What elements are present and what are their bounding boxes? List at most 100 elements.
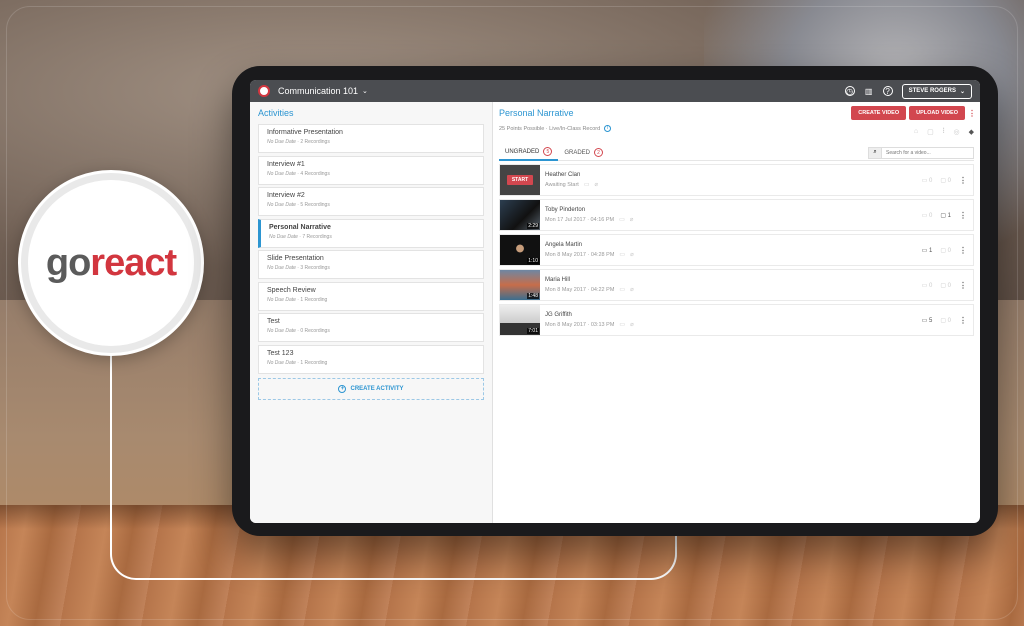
search-input[interactable] <box>882 146 974 159</box>
activity-meta: No Due Date · 1 Recording <box>267 296 328 303</box>
video-stats: ▭ 0 ▢ 1 ⋮ <box>922 211 967 220</box>
row-menu-icon[interactable]: ⋮ <box>959 211 967 220</box>
row-menu-icon[interactable]: ⋮ <box>959 316 967 325</box>
activity-meta: No Due Date · 0 Recordings <box>267 328 330 334</box>
user-name: STEVE ROGERS <box>908 88 956 94</box>
tab-label: UNGRADED <box>505 148 540 155</box>
video-thumbnail[interactable]: 7:01 <box>500 305 540 335</box>
create-activity-button[interactable]: + CREATE ACTIVITY <box>258 377 484 400</box>
video-meta: JG Griffith Mon 8 May 2017 · 03:13 PM ▭ ⌀ <box>545 312 922 328</box>
student-name: Angela Martin <box>545 242 583 248</box>
tab-label: GRADED <box>564 149 591 156</box>
activity-item-selected[interactable]: Personal Narrative No Due Date · 7 Recor… <box>258 218 484 248</box>
row-menu-icon[interactable]: ⋮ <box>959 246 967 255</box>
app-logo-icon[interactable] <box>258 85 270 97</box>
chevron-down-icon[interactable]: ⌄ <box>362 87 368 95</box>
activity-meta: No Due Date · 7 Recordings <box>269 233 332 240</box>
feedback-icon: ▢ 0 <box>940 247 951 254</box>
comment-mini-icon: ▭ <box>583 182 590 188</box>
video-search: ⌕ <box>868 146 974 159</box>
toolbar-icons: ⌂ ▢ ⫶ ◎ ◆ <box>914 128 974 136</box>
activity-item[interactable]: Test No Due Date · 0 Recordings <box>258 313 484 342</box>
activity-meta: No Due Date · 1 Recording <box>267 359 328 366</box>
feedback-icon: ▢ 0 <box>940 282 951 289</box>
activity-title: Personal Narrative <box>499 108 574 118</box>
row-menu-icon[interactable]: ⋮ <box>959 176 967 185</box>
video-row[interactable]: 2:29 Toby Pinderton Mon 17 Jul 2017 · 04… <box>499 199 974 231</box>
course-selector[interactable]: Communication 101 <box>278 86 358 96</box>
activity-item[interactable]: Slide Presentation No Due Date · 3 Recor… <box>258 250 484 279</box>
comment-mini-icon: ▭ <box>619 287 626 293</box>
activity-meta: No Due Date · 4 Recordings <box>267 170 330 177</box>
tag-icon[interactable]: ◆ <box>969 128 974 136</box>
video-stats: ▭ 1 ▢ 0 ⋮ <box>922 246 967 255</box>
create-video-button[interactable]: CREATE VIDEO <box>851 106 907 120</box>
student-name: JG Griffith <box>545 312 572 318</box>
video-stats: ▭ 0 ▢ 0 ⋮ <box>922 176 967 185</box>
header-actions: CREATE VIDEO UPLOAD VIDEO ⋮ <box>851 106 976 120</box>
clock-icon[interactable]: ◷ <box>844 86 855 96</box>
settings-icon[interactable]: ◎ <box>954 128 960 136</box>
video-date: Mon 8 May 2017 · 03:13 PM ▭ ⌀ <box>545 321 634 329</box>
activity-name: Personal Narrative <box>269 223 331 231</box>
attachment-mini-icon: ⌀ <box>594 182 599 188</box>
chat-icon[interactable]: ▢ <box>927 128 934 136</box>
filter-sliders-icon[interactable]: ⫶ <box>943 128 945 136</box>
goreact-logo: goreact <box>45 241 177 285</box>
feedback-icon: ▢ 0 <box>940 177 951 184</box>
feedback-icon: ▢ 1 <box>940 212 951 219</box>
video-thumbnail[interactable]: START <box>500 165 540 195</box>
video-meta: Maria Hill Mon 8 May 2017 · 04:22 PM ▭ ⌀ <box>545 277 922 293</box>
search-icon[interactable]: ⌕ <box>868 146 882 159</box>
tab-ungraded[interactable]: UNGRADED 5 <box>499 145 559 161</box>
video-thumbnail[interactable]: 1:48 <box>500 270 540 300</box>
activity-item[interactable]: Interview #1 No Due Date · 4 Recordings <box>258 155 484 185</box>
activity-meta: No Due Date · 5 Recordings <box>267 202 330 208</box>
video-row[interactable]: 1:48 Maria Hill Mon 8 May 2017 · 04:22 P… <box>499 269 974 301</box>
help-icon[interactable]: ? <box>882 86 893 96</box>
attachment-mini-icon: ⌀ <box>630 322 634 328</box>
row-menu-icon[interactable]: ⋮ <box>959 281 967 290</box>
comments-icon: ▭ 0 <box>921 282 933 289</box>
comments-icon: ▭ 0 <box>921 212 933 219</box>
app-screen: Communication 101 ⌄ ◷ ▥ ? STEVE ROGERS ⌄ … <box>250 80 980 523</box>
library-icon[interactable]: ▥ <box>864 86 874 96</box>
user-menu-button[interactable]: STEVE ROGERS ⌄ <box>901 83 972 99</box>
student-name: Maria Hill <box>545 277 571 283</box>
video-stats: ▭ 5 ▢ 0 ⋮ <box>922 316 967 325</box>
video-row[interactable]: 1:10 Angela Martin Mon 8 May 2017 · 04:2… <box>499 234 974 266</box>
activity-name: Interview #1 <box>267 160 305 168</box>
video-thumbnail[interactable]: 2:29 <box>500 200 540 230</box>
goreact-logo-badge: goreact <box>18 170 204 356</box>
activity-subtitle: 25 Points Possible · Live/In-Class Recor… <box>499 125 974 132</box>
detail-header: Personal Narrative CREATE VIDEO UPLOAD V… <box>499 106 976 120</box>
video-row[interactable]: 7:01 JG Griffith Mon 8 May 2017 · 03:13 … <box>499 304 974 336</box>
comments-icon: ▭ 5 <box>921 317 933 324</box>
app-topbar: Communication 101 ⌄ ◷ ▥ ? STEVE ROGERS ⌄ <box>250 80 980 102</box>
activity-name: Slide Presentation <box>267 255 324 262</box>
activities-pane: Activities Informative Presentation No D… <box>250 102 493 523</box>
upload-video-button[interactable]: UPLOAD VIDEO <box>909 106 965 120</box>
feedback-icon: ▢ 0 <box>940 317 951 324</box>
tab-graded[interactable]: GRADED 2 <box>558 145 609 161</box>
video-date: Awaiting Start ▭ ⌀ <box>545 181 599 189</box>
video-thumbnail[interactable]: 1:10 <box>500 235 540 265</box>
video-row[interactable]: START Heather Clan Awaiting Start ▭ ⌀ ▭ 0 … <box>499 164 974 196</box>
start-button[interactable]: START <box>506 175 534 185</box>
lock-icon[interactable]: ⌂ <box>914 128 918 136</box>
main-content: Activities Informative Presentation No D… <box>250 102 980 523</box>
video-date: Mon 8 May 2017 · 04:28 PM ▭ ⌀ <box>545 251 634 259</box>
video-stats: ▭ 0 ▢ 0 ⋮ <box>922 281 967 290</box>
activity-meta: No Due Date · 2 Recordings <box>267 139 330 145</box>
logo-go-text: go <box>45 241 91 284</box>
comments-icon: ▭ 1 <box>921 247 933 254</box>
activity-item[interactable]: Informative Presentation No Due Date · 2… <box>258 124 484 153</box>
more-options-icon[interactable]: ⋮ <box>968 109 976 118</box>
activity-item[interactable]: Test 123 No Due Date · 1 Recording <box>258 344 484 374</box>
info-icon[interactable]: i <box>604 125 612 132</box>
activity-item[interactable]: Speech Review No Due Date · 1 Recording <box>258 281 484 311</box>
student-name: Toby Pinderton <box>545 207 586 213</box>
attachment-mini-icon: ⌀ <box>630 287 634 293</box>
activity-item[interactable]: Interview #2 No Due Date · 5 Recordings <box>258 187 484 216</box>
count-badge: 5 <box>543 147 553 156</box>
